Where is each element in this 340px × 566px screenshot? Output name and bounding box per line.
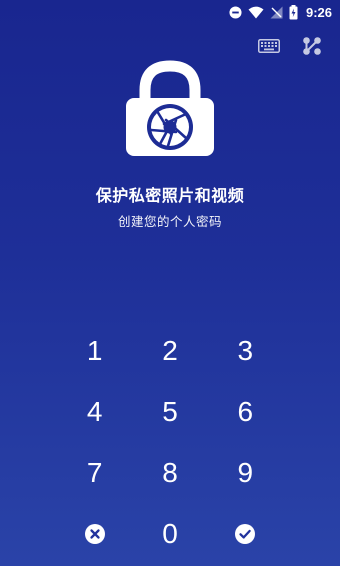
top-actions — [258, 36, 322, 56]
key-8[interactable]: 8 — [132, 442, 207, 503]
key-2[interactable]: 2 — [132, 320, 207, 381]
key-4[interactable]: 4 — [57, 381, 132, 442]
battery-charging-icon — [289, 4, 298, 20]
numeric-keypad: 1 2 3 4 5 6 7 8 9 0 — [57, 320, 283, 564]
pattern-icon[interactable] — [302, 36, 322, 56]
confirm-check-circle-icon — [235, 523, 256, 544]
clear-button[interactable] — [57, 503, 132, 564]
key-1[interactable]: 1 — [57, 320, 132, 381]
key-6[interactable]: 6 — [208, 381, 283, 442]
key-7[interactable]: 7 — [57, 442, 132, 503]
keyboard-icon[interactable] — [258, 39, 280, 53]
key-5[interactable]: 5 — [132, 381, 207, 442]
key-0[interactable]: 0 — [132, 503, 207, 564]
page-title: 保护私密照片和视频 — [95, 186, 245, 205]
do-not-disturb-icon — [229, 5, 242, 19]
key-9[interactable]: 9 — [208, 442, 283, 503]
camera-aperture-lock-icon — [124, 60, 216, 160]
wifi-icon — [248, 6, 264, 19]
status-time: 9:26 — [305, 4, 332, 20]
clear-x-circle-icon — [84, 523, 105, 544]
confirm-button[interactable] — [208, 503, 283, 564]
page-subtitle: 创建您的个人密码 — [117, 214, 222, 229]
status-bar: 9:26 — [0, 0, 340, 24]
key-3[interactable]: 3 — [208, 320, 283, 381]
no-signal-icon — [270, 6, 283, 19]
